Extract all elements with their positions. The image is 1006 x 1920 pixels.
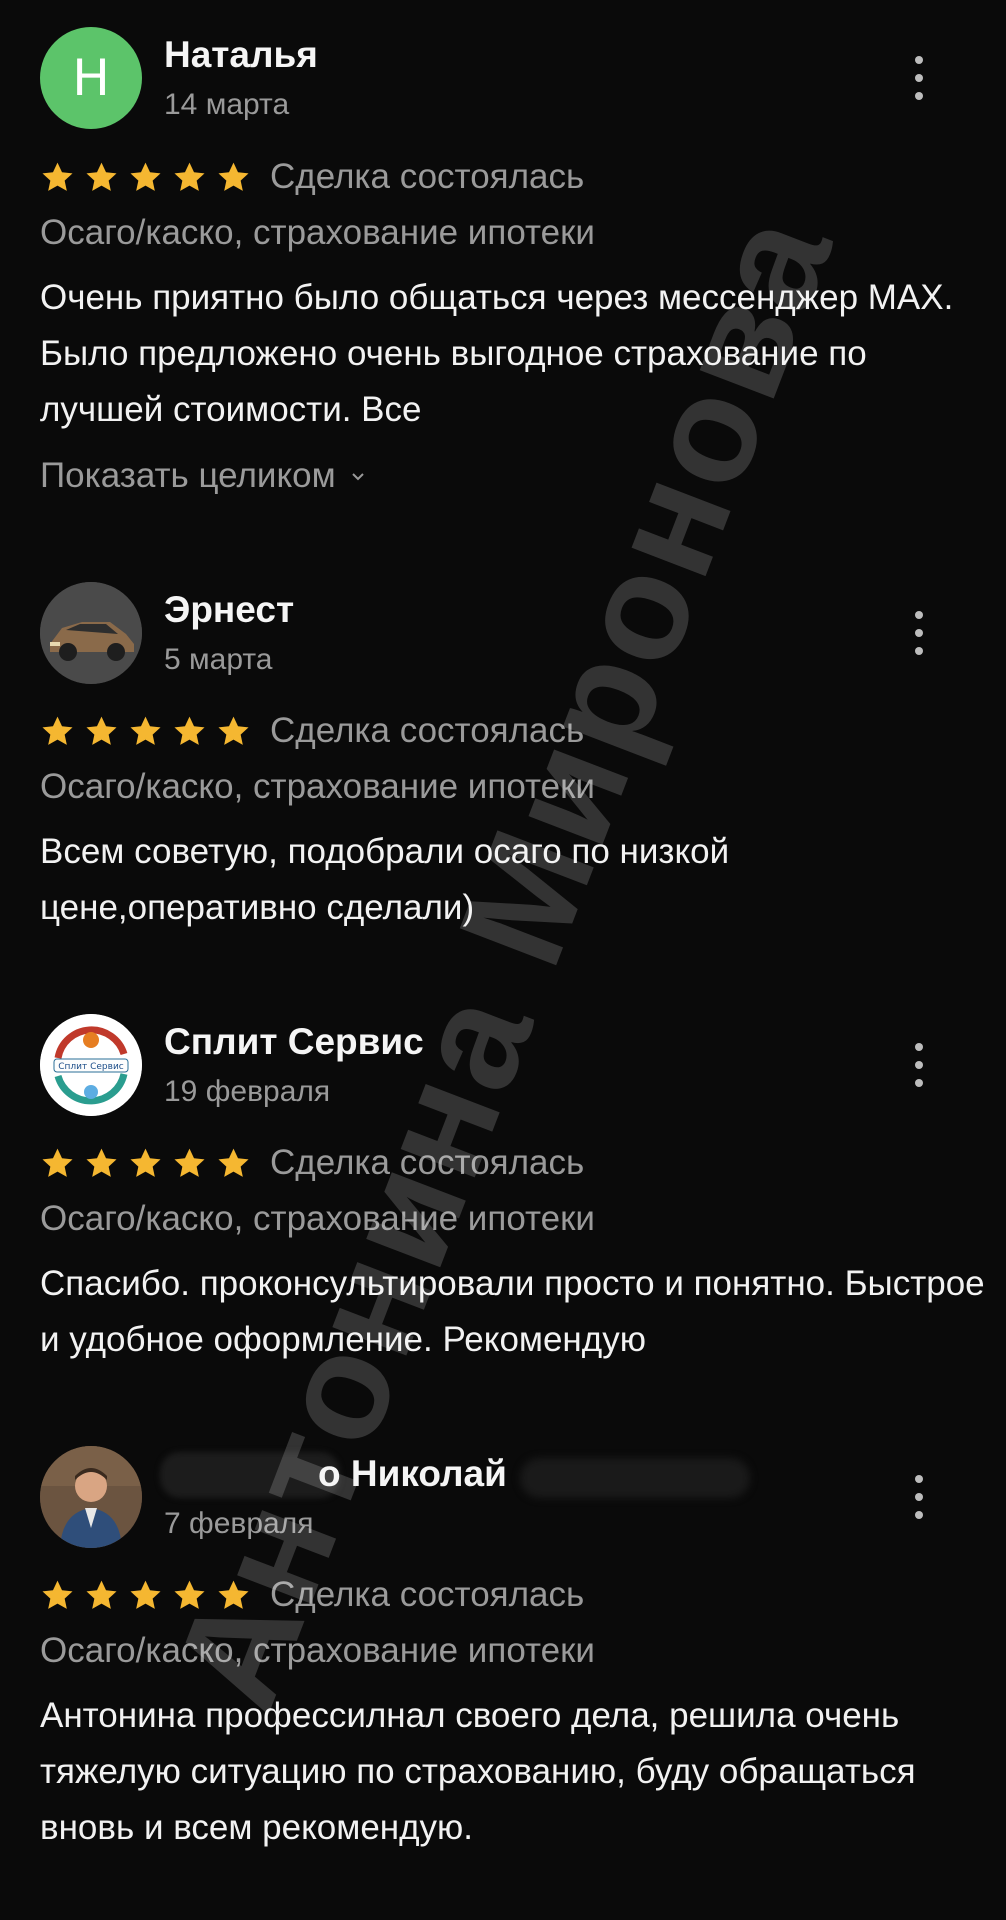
star-icon bbox=[40, 1578, 75, 1613]
chevron-down-icon bbox=[351, 473, 364, 481]
star-icon bbox=[128, 1578, 163, 1613]
review-text: Очень приятно было общаться через мессен… bbox=[40, 278, 954, 429]
more-options-icon[interactable] bbox=[908, 1475, 930, 1519]
star-icon bbox=[172, 1146, 207, 1181]
star-icon bbox=[40, 714, 75, 749]
deal-status: Сделка состоялась bbox=[270, 157, 585, 196]
svg-text:Сплит Сервис: Сплит Сервис bbox=[58, 1062, 124, 1072]
more-options-icon[interactable] bbox=[908, 611, 930, 655]
service-category: Осаго/каско, страхование ипотеки bbox=[40, 1199, 595, 1238]
rating-stars bbox=[40, 1578, 251, 1613]
service-category: Осаго/каско, страхование ипотеки bbox=[40, 213, 595, 252]
star-icon bbox=[84, 160, 119, 195]
star-icon bbox=[128, 160, 163, 195]
reviewer-name: Эрнест bbox=[164, 589, 295, 630]
avatar[interactable]: Сплит Сервис bbox=[40, 1014, 142, 1116]
redacted-name-part bbox=[520, 1458, 750, 1498]
deal-status: Сделка состоялась bbox=[270, 1143, 585, 1182]
reviewer-name: Наталья bbox=[164, 34, 318, 75]
star-icon bbox=[84, 1146, 119, 1181]
review-date: 19 февраля bbox=[164, 1075, 331, 1108]
review-text: Всем советую, подобрали осаго по низкой … bbox=[40, 832, 730, 927]
show-full-button[interactable]: Показать целиком bbox=[40, 456, 366, 496]
star-icon bbox=[84, 714, 119, 749]
rating-stars bbox=[40, 714, 251, 749]
person-photo-icon bbox=[40, 1446, 142, 1548]
avatar[interactable] bbox=[40, 582, 142, 684]
avatar[interactable] bbox=[40, 1446, 142, 1548]
car-photo-icon bbox=[40, 582, 142, 684]
star-icon bbox=[172, 1578, 207, 1613]
star-icon bbox=[172, 160, 207, 195]
show-full-label: Показать целиком bbox=[40, 456, 336, 495]
redacted-name-part bbox=[160, 1452, 340, 1498]
review-date: 7 февраля bbox=[164, 1507, 314, 1540]
star-icon bbox=[128, 1146, 163, 1181]
star-icon bbox=[40, 1146, 75, 1181]
review-date: 5 марта bbox=[164, 643, 273, 676]
more-options-icon[interactable] bbox=[908, 1043, 930, 1087]
deal-status: Сделка состоялась bbox=[270, 711, 585, 750]
reviewer-name: о Николай bbox=[318, 1453, 507, 1494]
split-service-logo-icon: Сплит Сервис bbox=[40, 1014, 142, 1116]
star-icon bbox=[172, 714, 207, 749]
more-options-icon[interactable] bbox=[908, 56, 930, 100]
star-icon bbox=[128, 714, 163, 749]
star-icon bbox=[216, 714, 251, 749]
star-icon bbox=[216, 1146, 251, 1181]
service-category: Осаго/каско, страхование ипотеки bbox=[40, 1631, 595, 1670]
deal-status: Сделка состоялась bbox=[270, 1575, 585, 1614]
review-text: Антонина профессилнал своего дела, решил… bbox=[40, 1696, 916, 1847]
star-icon bbox=[84, 1578, 119, 1613]
service-category: Осаго/каско, страхование ипотеки bbox=[40, 767, 595, 806]
rating-stars bbox=[40, 160, 251, 195]
review-text: Спасибо. проконсультировали просто и пон… bbox=[40, 1264, 985, 1359]
star-icon bbox=[40, 160, 75, 195]
avatar[interactable]: Н bbox=[40, 27, 142, 129]
rating-stars bbox=[40, 1146, 251, 1181]
star-icon bbox=[216, 160, 251, 195]
review-date: 14 марта bbox=[164, 88, 290, 121]
reviewer-name: Сплит Сервис bbox=[164, 1021, 424, 1062]
star-icon bbox=[216, 1578, 251, 1613]
